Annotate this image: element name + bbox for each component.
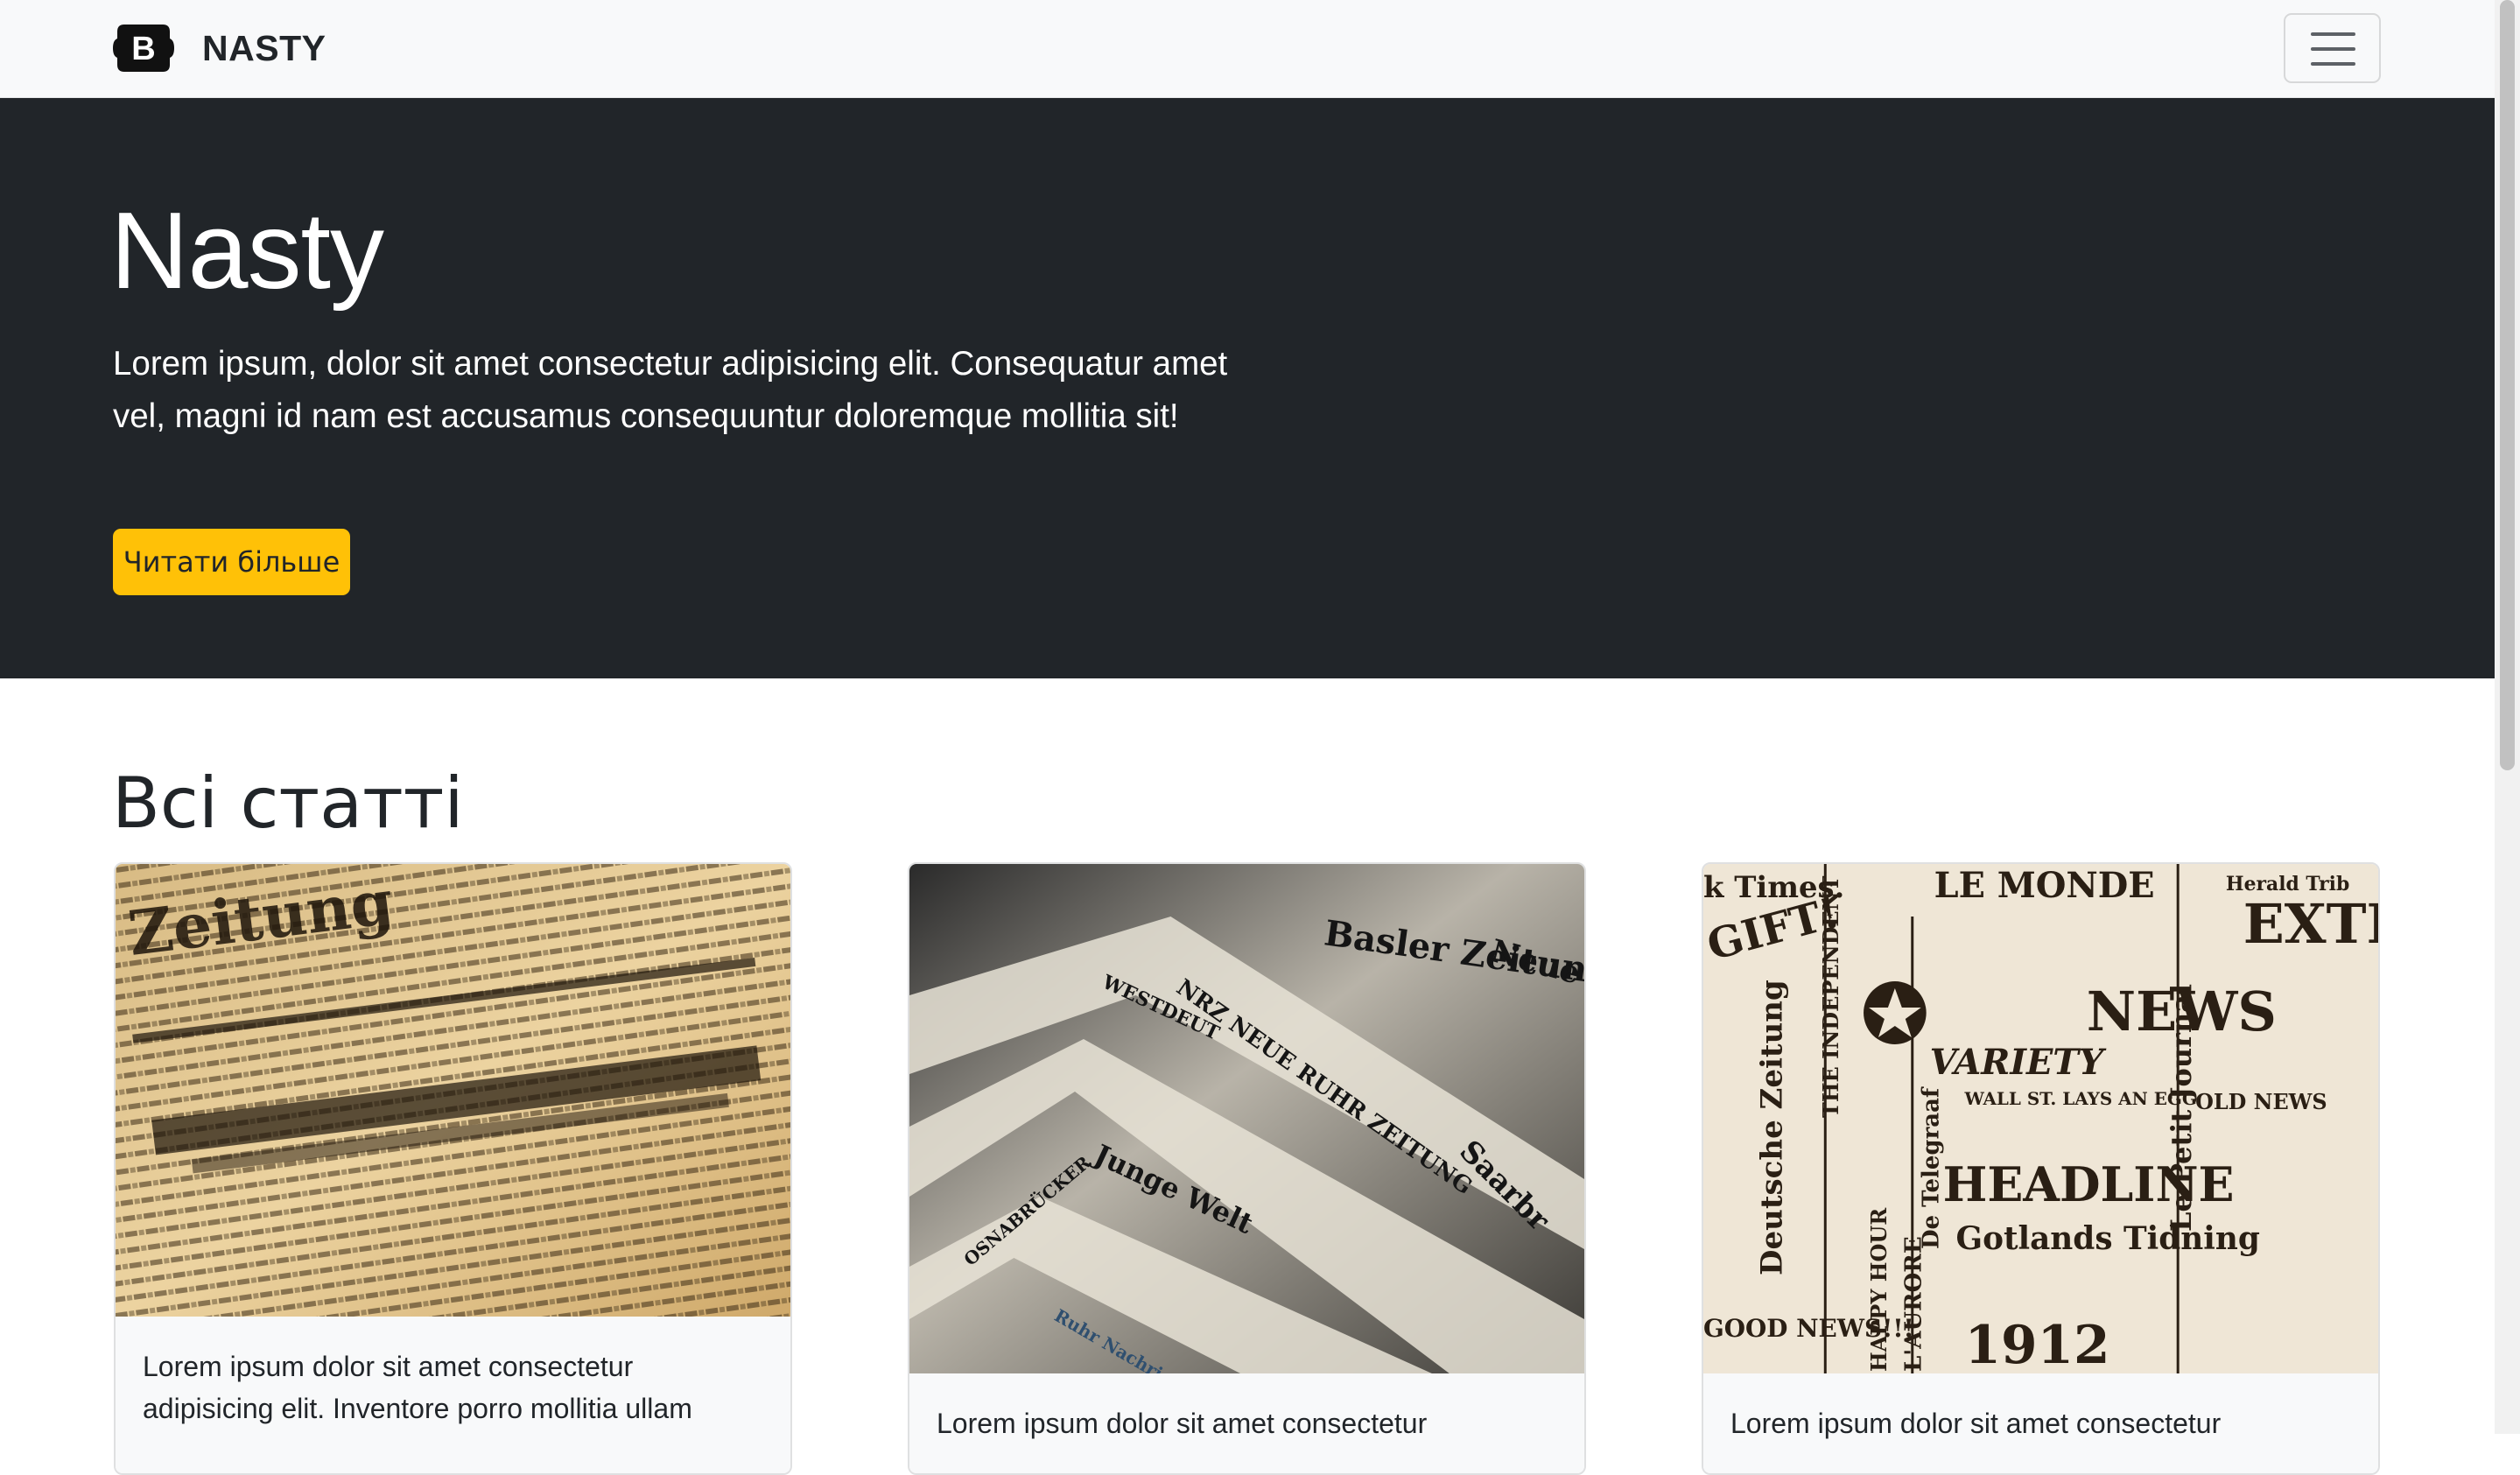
card-text: Lorem ipsum dolor sit amet consectetur a…	[143, 1351, 692, 1424]
svg-text:1912: 1912	[1964, 1315, 2109, 1373]
svg-text:B: B	[131, 31, 155, 67]
card-text: Lorem ipsum dolor sit amet consectetur	[937, 1408, 1428, 1439]
article-card[interactable]: Basler Zeitung WESTDEUT NRZ NEUE RUHR ZE…	[908, 862, 1586, 1475]
svg-text:WALL ST. LAYS AN EGG: WALL ST. LAYS AN EGG	[1963, 1088, 2196, 1109]
svg-text:OLD NEWS: OLD NEWS	[2195, 1090, 2327, 1114]
hero-lead-text: Lorem ipsum, dolor sit amet consectetur …	[113, 345, 1228, 435]
scrollbar-thumb[interactable]	[2500, 0, 2515, 770]
card-text: Lorem ipsum dolor sit amet consectetur	[1730, 1408, 2222, 1439]
svg-text:VARIETY: VARIETY	[1930, 1043, 2107, 1083]
svg-text:Deutsche Zeitung: Deutsche Zeitung	[1754, 980, 1789, 1275]
hero-section: Nasty Lorem ipsum, dolor sit amet consec…	[0, 98, 2495, 678]
svg-text:GOOD NEWS!!!: GOOD NEWS!!!	[1703, 1314, 1914, 1343]
svg-text:De Telegraaf: De Telegraaf	[1919, 1086, 1945, 1249]
bootstrap-logo-icon[interactable]: B	[112, 23, 175, 74]
svg-text:Gotlands Tidning: Gotlands Tidning	[1956, 1220, 2260, 1257]
navbar-toggle-button[interactable]	[2284, 13, 2381, 83]
all-articles-heading: Всі статті	[112, 762, 464, 844]
article-card[interactable]: Zeitung Lorem ipsum dolor sit amet conse…	[114, 862, 792, 1475]
svg-text:Le Petit Journal: Le Petit Journal	[2165, 984, 2198, 1232]
svg-text:EXTRA: EXTRA	[2243, 892, 2378, 956]
svg-text:LE MONDE: LE MONDE	[1934, 866, 2155, 906]
article-image[interactable]: Zeitung	[116, 864, 790, 1317]
article-image[interactable]: Basler Zeitung WESTDEUT NRZ NEUE RUHR ZE…	[909, 864, 1584, 1373]
navbar: B NASTY	[0, 0, 2495, 98]
brand-name[interactable]: NASTY	[202, 26, 326, 70]
read-more-button[interactable]: Читати більше	[113, 529, 350, 595]
article-image[interactable]: k Times. LE MONDE Herald Trib GIFT! EXTR…	[1703, 864, 2378, 1373]
article-card[interactable]: k Times. LE MONDE Herald Trib GIFT! EXTR…	[1702, 862, 2380, 1475]
hero-title: Nasty	[110, 191, 384, 312]
svg-text:THE INDEPENDENT: THE INDEPENDENT	[1819, 875, 1843, 1118]
svg-text:L'AURORE: L'AURORE	[1901, 1236, 1927, 1372]
svg-text:HAPPY HOUR: HAPPY HOUR	[1867, 1207, 1892, 1372]
